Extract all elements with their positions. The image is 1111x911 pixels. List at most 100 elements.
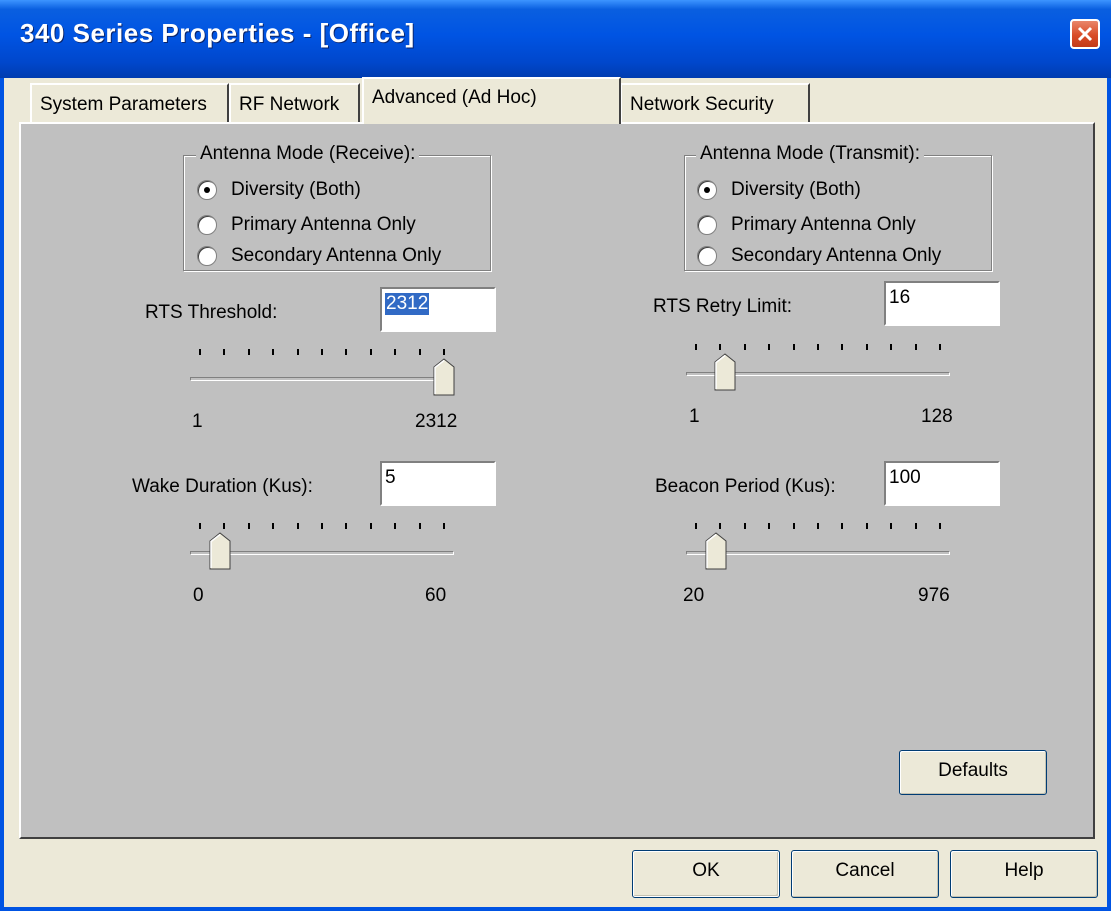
slider-tick xyxy=(394,349,397,355)
slider-tick xyxy=(394,523,397,529)
tab-label: Advanced (Ad Hoc) xyxy=(372,87,537,108)
beacon-period-min: 20 xyxy=(683,585,705,606)
tab-label: RF Network xyxy=(239,94,340,115)
slider-tick xyxy=(272,523,275,529)
tab-network-security[interactable]: Network Security xyxy=(620,83,810,122)
slider-tick xyxy=(369,349,372,355)
tab-label: System Parameters xyxy=(40,94,207,115)
slider-tick xyxy=(743,344,746,350)
defaults-button-label: Defaults xyxy=(938,760,1008,781)
transmit-primary-label: Primary Antenna Only xyxy=(731,214,916,235)
slider-tick xyxy=(443,523,445,529)
slider-tick xyxy=(345,523,348,529)
receive-diversity-radio[interactable] xyxy=(197,180,217,200)
slider-tick xyxy=(817,344,819,350)
rts-threshold-value: 2312 xyxy=(385,293,430,315)
rts-retry-value: 16 xyxy=(889,287,911,308)
beacon-period-label: Beacon Period (Kus): xyxy=(655,476,836,497)
slider-tick xyxy=(865,344,868,350)
tab-rf-network[interactable]: RF Network xyxy=(229,83,360,122)
antenna-receive-legend: Antenna Mode (Receive): xyxy=(196,143,420,165)
slider-tick xyxy=(369,523,372,529)
slider-thumb[interactable] xyxy=(714,353,736,391)
slider-tick xyxy=(272,349,275,355)
rts-retry-input[interactable]: 16 xyxy=(884,281,1000,326)
slider-tick xyxy=(695,523,697,529)
transmit-secondary-radio[interactable] xyxy=(697,246,717,266)
transmit-primary-radio[interactable] xyxy=(697,215,717,235)
slider-tick xyxy=(914,523,917,529)
wake-duration-max: 60 xyxy=(425,585,447,606)
slider-tick xyxy=(223,349,226,355)
rts-threshold-min: 1 xyxy=(192,411,203,432)
slider-tick xyxy=(321,349,323,355)
transmit-diversity-radio[interactable] xyxy=(697,180,717,200)
cancel-button[interactable]: Cancel xyxy=(791,850,939,898)
rts-retry-slider[interactable] xyxy=(686,344,950,394)
title-bar[interactable]: 340 Series Properties - [Office] xyxy=(0,0,1111,78)
slider-tick xyxy=(865,523,868,529)
slider-tick xyxy=(199,523,201,529)
slider-tick xyxy=(743,523,746,529)
slider-tick xyxy=(890,344,893,350)
rts-retry-max: 128 xyxy=(921,406,953,427)
wake-duration-label: Wake Duration (Kus): xyxy=(132,476,313,497)
defaults-button[interactable]: Defaults xyxy=(899,750,1047,795)
tab-label: Network Security xyxy=(630,94,774,115)
antenna-transmit-legend: Antenna Mode (Transmit): xyxy=(696,143,924,165)
slider-tick xyxy=(792,344,795,350)
slider-tick xyxy=(695,344,697,350)
slider-tick xyxy=(768,523,771,529)
receive-primary-label: Primary Antenna Only xyxy=(231,214,416,235)
rts-retry-label: RTS Retry Limit: xyxy=(653,296,793,317)
rts-threshold-label: RTS Threshold: xyxy=(145,302,278,323)
slider-tick xyxy=(321,523,323,529)
beacon-period-max: 976 xyxy=(918,585,950,606)
tab-system-parameters[interactable]: System Parameters xyxy=(30,83,229,122)
slider-thumb[interactable] xyxy=(209,532,231,570)
close-icon xyxy=(1077,26,1093,42)
receive-secondary-label: Secondary Antenna Only xyxy=(231,245,442,266)
slider-tick xyxy=(719,344,722,350)
beacon-period-input[interactable]: 100 xyxy=(884,461,1000,506)
slider-tick xyxy=(199,349,201,355)
beacon-period-value: 100 xyxy=(889,467,921,488)
help-button[interactable]: Help xyxy=(950,850,1098,898)
receive-primary-radio[interactable] xyxy=(197,215,217,235)
help-button-label: Help xyxy=(1004,860,1044,881)
cancel-button-label: Cancel xyxy=(835,860,895,881)
tab-advanced-ad-hoc[interactable]: Advanced (Ad Hoc) xyxy=(362,77,621,124)
slider-tick xyxy=(792,523,795,529)
slider-tick xyxy=(296,349,299,355)
transmit-diversity-label: Diversity (Both) xyxy=(731,179,861,200)
receive-diversity-label: Diversity (Both) xyxy=(231,179,361,200)
slider-thumb[interactable] xyxy=(433,358,455,396)
slider-tick xyxy=(418,523,421,529)
slider-tick xyxy=(939,344,941,350)
wake-duration-value: 5 xyxy=(385,467,396,488)
slider-tick xyxy=(841,523,844,529)
rts-threshold-max: 2312 xyxy=(415,411,458,432)
window-title: 340 Series Properties - [Office] xyxy=(20,18,415,48)
slider-track xyxy=(190,377,454,381)
rts-threshold-input[interactable]: 2312 xyxy=(380,287,496,332)
slider-tick xyxy=(223,523,226,529)
rts-threshold-slider[interactable] xyxy=(190,349,455,399)
wake-duration-input[interactable]: 5 xyxy=(380,461,496,506)
slider-thumb[interactable] xyxy=(705,532,727,570)
slider-tick xyxy=(768,344,771,350)
close-button[interactable] xyxy=(1070,19,1100,49)
rts-retry-min: 1 xyxy=(689,406,700,427)
beacon-period-slider[interactable] xyxy=(686,523,950,573)
wake-duration-slider[interactable] xyxy=(190,523,454,573)
slider-tick xyxy=(939,523,941,529)
slider-tick xyxy=(296,523,299,529)
slider-tick xyxy=(817,523,819,529)
receive-secondary-radio[interactable] xyxy=(197,246,217,266)
slider-tick xyxy=(890,523,893,529)
slider-tick xyxy=(841,344,844,350)
ok-button-label: OK xyxy=(692,860,720,881)
ok-button[interactable]: OK xyxy=(632,850,780,898)
slider-tick xyxy=(418,349,421,355)
slider-tick xyxy=(247,349,250,355)
